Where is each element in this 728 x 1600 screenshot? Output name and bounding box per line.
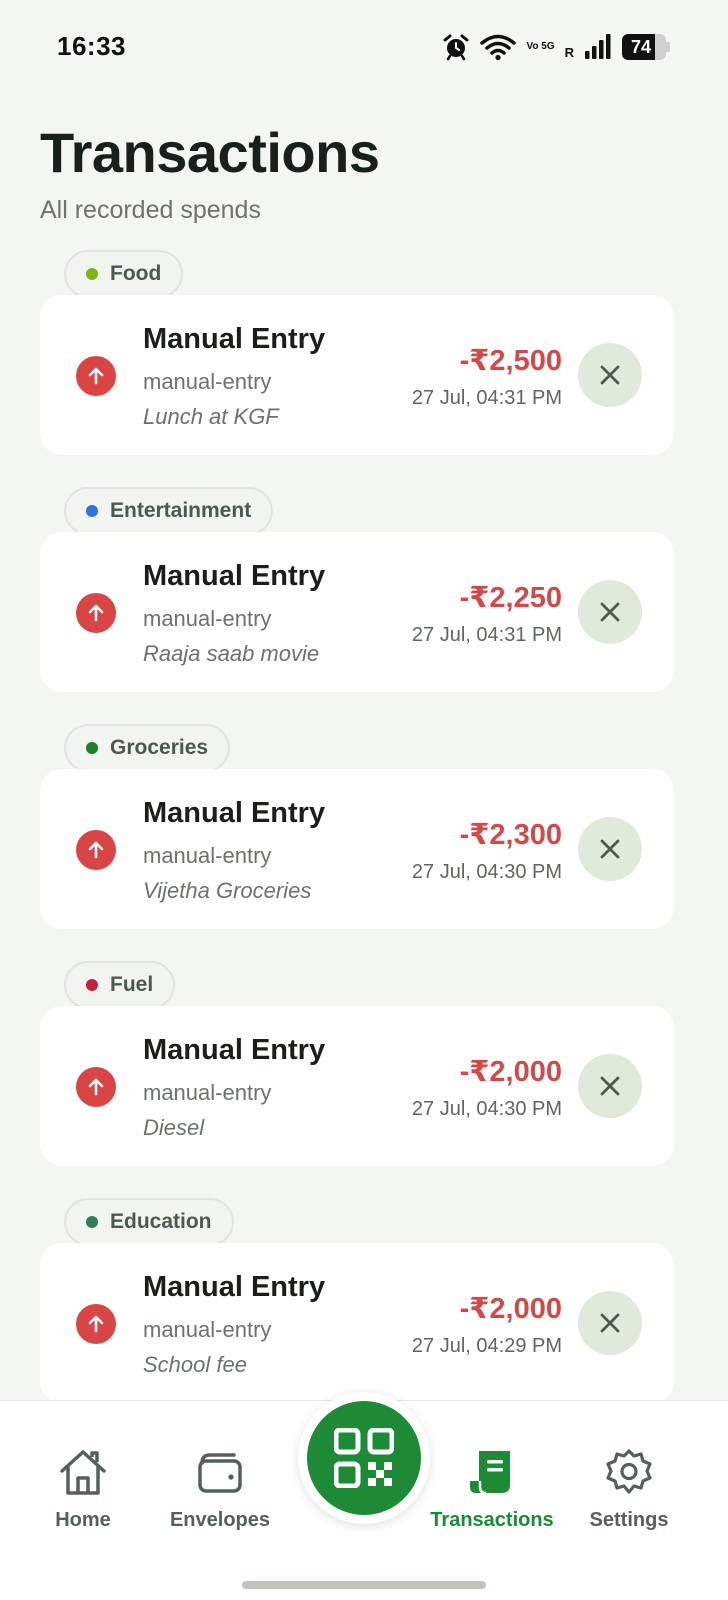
delete-transaction-button[interactable] [578,343,642,407]
nav-settings-label: Settings [589,1509,669,1531]
transaction-amount: -₹2,000 [459,1056,562,1088]
category-dot [86,268,98,280]
category-label: Fuel [110,973,154,996]
transaction-source: manual-entry [143,606,272,631]
transactions-screen: 16:33 Vo 5G R 74 Transactions All record… [0,0,728,1600]
transaction-card[interactable]: Manual Entry manual-entry School fee -₹2… [40,1243,674,1403]
transaction-group: Food Manual Entry manual-entry Lunch at … [40,250,674,487]
scan-qr-button[interactable] [298,1392,430,1524]
qr-code-icon [334,1428,394,1488]
battery-icon: 74 [622,34,670,60]
status-icons: Vo 5G R 74 [442,30,670,64]
arrow-up-icon [76,830,116,870]
transaction-note: Vijetha Groceries [143,878,312,903]
transaction-title: Manual Entry [143,797,326,829]
category-dot [86,1216,98,1228]
transaction-source: manual-entry [143,1317,272,1342]
category-chip[interactable]: Food [64,250,184,298]
transaction-date: 27 Jul, 04:29 PM [411,1335,562,1357]
category-label: Groceries [110,736,209,759]
category-dot [86,505,98,517]
nav-home-label: Home [55,1509,111,1531]
transaction-title: Manual Entry [143,1271,326,1303]
transaction-amount: -₹2,500 [459,345,562,377]
transaction-note: Raaja saab movie [143,641,320,666]
wallet-icon [198,1453,242,1493]
transaction-card[interactable]: Manual Entry manual-entry Raaja saab mov… [40,532,674,692]
nav-settings[interactable]: Settings [559,1447,699,1532]
delete-transaction-button[interactable] [578,817,642,881]
transaction-group: Groceries Manual Entry manual-entry Vije… [40,724,674,961]
transaction-title: Manual Entry [143,560,326,592]
close-icon [600,1076,620,1096]
delete-transaction-button[interactable] [578,1054,642,1118]
transaction-date: 27 Jul, 04:31 PM [411,387,562,409]
transaction-date: 27 Jul, 04:30 PM [411,1098,562,1120]
category-dot [86,742,98,754]
delete-transaction-button[interactable] [578,1291,642,1355]
transaction-date: 27 Jul, 04:30 PM [411,861,562,883]
nav-transactions[interactable]: Transactions [422,1447,562,1532]
scan-qr-button-inner [307,1401,421,1515]
category-label: Entertainment [110,499,252,522]
wifi-icon [480,34,517,61]
transaction-amount: -₹2,250 [459,582,562,614]
category-chip[interactable]: Education [64,1198,234,1246]
transaction-note: Lunch at KGF [143,404,279,429]
delete-transaction-button[interactable] [578,580,642,644]
arrow-up-icon [76,1304,116,1344]
network-type: Vo 5G [526,42,554,52]
transaction-source: manual-entry [143,369,272,394]
transaction-source: manual-entry [143,1080,272,1105]
status-bar: 16:33 Vo 5G R 74 [0,0,728,96]
alarm-icon [443,34,469,61]
transaction-date: 27 Jul, 04:31 PM [411,624,562,646]
transaction-title: Manual Entry [143,323,326,355]
transaction-card[interactable]: Manual Entry manual-entry Lunch at KGF -… [40,295,674,455]
transaction-note: Diesel [143,1115,205,1140]
arrow-up-icon [76,593,116,633]
transaction-note: School fee [143,1352,247,1377]
transaction-amount: -₹2,300 [459,819,562,851]
arrow-up-icon [76,1067,116,1107]
close-icon [600,839,620,859]
transaction-amount: -₹2,000 [459,1293,562,1325]
battery-level: 74 [630,37,652,57]
network-type-label: Vo 5G [526,41,555,52]
page-title: Transactions [40,121,380,184]
home-icon [60,1450,106,1495]
transaction-title: Manual Entry [143,1034,326,1066]
nav-home[interactable]: Home [13,1447,153,1532]
gear-icon [606,1449,652,1494]
category-chip[interactable]: Fuel [64,961,176,1009]
category-chip[interactable]: Groceries [64,724,231,772]
transaction-card[interactable]: Manual Entry manual-entry Diesel -₹2,000… [40,1006,674,1166]
category-label: Food [110,262,162,285]
category-chip[interactable]: Entertainment [64,487,274,535]
status-time: 16:33 [57,31,126,61]
nav-envelopes-label: Envelopes [169,1509,271,1531]
transaction-list[interactable]: Food Manual Entry manual-entry Lunch at … [40,250,674,1435]
roaming-indicator: R [564,44,574,60]
transaction-group: Fuel Manual Entry manual-entry Diesel -₹… [40,961,674,1198]
category-label: Education [110,1210,212,1233]
gesture-bar [242,1581,486,1589]
close-icon [600,365,620,385]
nav-transactions-label: Transactions [430,1509,554,1531]
close-icon [600,602,620,622]
close-icon [600,1313,620,1333]
receipt-icon [470,1451,510,1495]
page-subtitle: All recorded spends [40,196,261,224]
signal-icon [585,34,611,59]
arrow-up-icon [76,356,116,396]
category-dot [86,979,98,991]
transaction-group: Entertainment Manual Entry manual-entry … [40,487,674,724]
nav-envelopes[interactable]: Envelopes [150,1447,290,1532]
transaction-source: manual-entry [143,843,272,868]
transaction-card[interactable]: Manual Entry manual-entry Vijetha Grocer… [40,769,674,929]
